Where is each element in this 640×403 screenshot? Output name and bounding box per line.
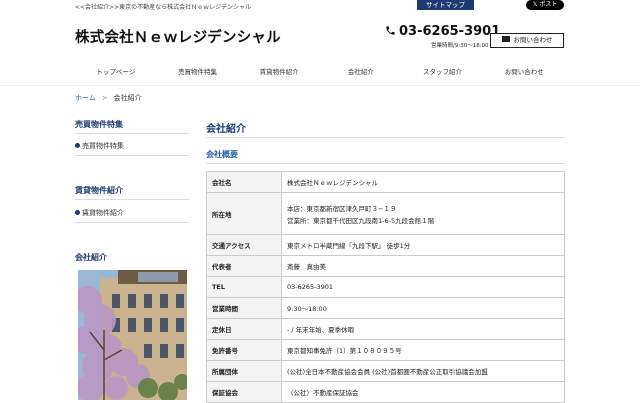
sidebar-item-sale[interactable]: 売買物件特集 <box>75 141 124 151</box>
title-divider <box>206 137 565 138</box>
row-key: 交通アクセス <box>206 234 282 256</box>
nav-item-contact[interactable]: お問い合わせ <box>483 64 565 80</box>
nav-item-sale[interactable]: 売買物件特集 <box>157 64 239 80</box>
business-hours: 営業時間/9:30〜18:00 <box>431 43 489 49</box>
section-subtitle: 会社概要 <box>206 150 238 159</box>
nav-item-rental[interactable]: 賃貸物件紹介 <box>238 64 320 80</box>
sidebar-item-rental[interactable]: 賃貸物件紹介 <box>75 208 124 218</box>
table-row: 交通アクセス 東京メトロ半蔵門線「九段下駅」 徒歩1分 <box>206 234 565 256</box>
table-row: 免許番号 東京都知事免許（1）第１０８０９５号 <box>206 339 565 361</box>
row-value: - / 年末年始、夏季休暇 <box>281 318 565 340</box>
sidebar-heading-sale[interactable]: 売買物件特集 <box>75 119 123 130</box>
row-value: 東京都知事免許（1）第１０８０９５号 <box>281 339 565 361</box>
row-key: 所在地 <box>206 192 282 235</box>
x-post-button[interactable]: 𝕏 ポスト <box>526 0 564 10</box>
subtitle-divider <box>206 163 565 164</box>
table-row: 保証協会 （公社）不動産保証協会 <box>206 381 565 403</box>
table-row: 代表者 斎藤 真由美 <box>206 255 565 277</box>
table-row: 営業時間 9:30〜18:00 <box>206 297 565 319</box>
row-key: 会社名 <box>206 171 282 193</box>
bullet-icon <box>75 210 80 215</box>
row-value: 株式会社Ｎｅｗレジデンシャル <box>281 171 565 193</box>
sidebar-heading-company[interactable]: 会社紹介 <box>75 252 107 263</box>
row-value: 9:30〜18:00 <box>281 297 565 319</box>
row-value: 東京メトロ半蔵門線「九段下駅」 徒歩1分 <box>281 234 565 256</box>
table-row: 所在地 本店：東京都新宿区津久戸町３−１９ 営業所：東京都千代田区九段南1-6-… <box>206 192 565 235</box>
row-key: 定休日 <box>206 318 282 340</box>
building-photo-image <box>78 270 187 400</box>
sidebar-divider <box>75 199 189 200</box>
row-key: 所属団体 <box>206 360 282 382</box>
top-bar: <<会社紹介>>東京の不動産なら株式会社Ｎｅｗレジデンシャル サイトマップ 𝕏 … <box>0 0 640 14</box>
row-key: 保証協会 <box>206 381 282 403</box>
table-row: 会社名 株式会社Ｎｅｗレジデンシャル <box>206 171 565 193</box>
breadcrumb-separator: > <box>101 94 108 102</box>
inquiry-button[interactable]: お問い合わせ <box>490 33 564 48</box>
breadcrumb-home[interactable]: ホーム <box>75 94 96 102</box>
row-key: TEL <box>206 276 282 298</box>
row-key: 免許番号 <box>206 339 282 361</box>
row-value: (公社)全日本不動産協会会員 (公社)首都圏不動産公正取引協議会加盟 <box>281 360 565 382</box>
page-title: 会社紹介 <box>206 124 246 135</box>
nav-item-company[interactable]: 会社紹介 <box>320 64 402 80</box>
sitemap-button[interactable]: サイトマップ <box>417 0 474 10</box>
nav-item-staff[interactable]: スタッフ紹介 <box>402 64 484 80</box>
sidebar-item-label: 賃貸物件紹介 <box>82 209 124 217</box>
row-value: （公社）不動産保証協会 <box>281 381 565 403</box>
address-main: 本店：東京都新宿区津久戸町３−１９ <box>287 204 397 213</box>
site-tagline: <<会社紹介>>東京の不動産なら株式会社Ｎｅｗレジデンシャル <box>75 4 252 11</box>
breadcrumb-current: 会社紹介 <box>113 94 142 102</box>
sidebar-divider <box>75 222 189 223</box>
row-value: 斎藤 真由美 <box>281 255 565 277</box>
sidebar-heading-rental[interactable]: 賃貸物件紹介 <box>75 185 123 196</box>
row-key: 営業時間 <box>206 297 282 319</box>
nav-item-top[interactable]: トップページ <box>75 64 157 80</box>
nav-divider <box>0 85 640 86</box>
sidebar-divider <box>75 155 189 156</box>
phone-text: 03-6265-3901 <box>399 24 501 39</box>
phone-icon <box>386 26 395 35</box>
site-logo[interactable]: 株式会社Ｎｅｗレジデンシャル <box>75 26 281 47</box>
global-nav: トップページ 売買物件特集 賃貸物件紹介 会社紹介 スタッフ紹介 お問い合わせ <box>75 64 565 80</box>
table-row: 所属団体 (公社)全日本不動産協会会員 (公社)首都圏不動産公正取引協議会加盟 <box>206 360 565 382</box>
row-value: 本店：東京都新宿区津久戸町３−１９ 営業所：東京都千代田区九段南1-6-5九段会… <box>281 192 565 235</box>
row-value: 03-6265-3901 <box>281 276 565 298</box>
row-key: 代表者 <box>206 255 282 277</box>
table-row: TEL 03-6265-3901 <box>206 276 565 298</box>
inquiry-label: お問い合わせ <box>513 36 553 44</box>
company-info-table: 会社名 株式会社Ｎｅｗレジデンシャル 所在地 本店：東京都新宿区津久戸町３−１９… <box>206 171 565 403</box>
table-row: 定休日 - / 年末年始、夏季休暇 <box>206 318 565 340</box>
breadcrumb: ホーム > 会社紹介 <box>75 93 142 103</box>
building-photo <box>78 270 187 400</box>
bullet-icon <box>75 143 80 148</box>
phone-number: 03-6265-3901 <box>385 24 500 39</box>
mail-icon <box>501 36 510 42</box>
address-branch: 営業所：東京都千代田区九段南1-6-5九段会館１階 <box>287 216 435 225</box>
sidebar-divider <box>75 133 189 134</box>
sidebar-item-label: 売買物件特集 <box>82 142 124 150</box>
